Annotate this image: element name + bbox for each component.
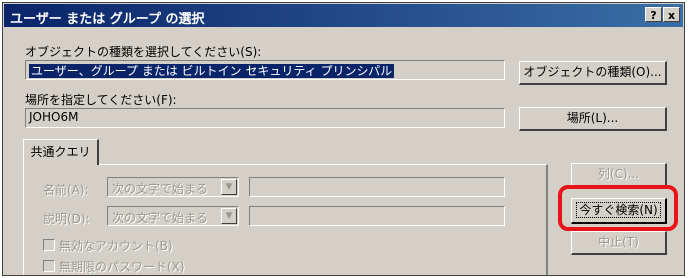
chevron-down-icon: ▼ xyxy=(221,208,237,224)
location-field: JOHO6M xyxy=(25,108,505,128)
window-title: ユーザー または グループ の選択 xyxy=(10,12,205,27)
location-label: 場所を指定してください(F): xyxy=(25,93,177,107)
non-expiring-password-label: 無期限のパスワード(X) xyxy=(59,260,185,274)
object-type-field: ユーザー、グループ または ビルトイン セキュリティ プリンシパル xyxy=(25,60,505,80)
object-type-value: ユーザー、グループ または ビルトイン セキュリティ プリンシパル xyxy=(29,64,395,78)
chevron-down-icon: ▼ xyxy=(221,179,237,195)
locations-button[interactable]: 場所(L)... xyxy=(519,107,667,131)
stop-button[interactable]: 中止(T) xyxy=(571,231,667,255)
name-label: 名前(A): xyxy=(43,183,89,197)
disabled-accounts-checkbox[interactable] xyxy=(43,239,55,251)
object-type-label: オブジェクトの種類を選択してください(S): xyxy=(25,45,262,59)
help-button[interactable]: ? xyxy=(645,7,662,22)
name-match-select[interactable]: 次の文字で始まる ▼ xyxy=(107,177,239,197)
title-bar: ユーザー または グループ の選択 ? x xyxy=(4,4,683,27)
name-input[interactable] xyxy=(249,177,505,197)
disabled-accounts-label: 無効なアカウント(B) xyxy=(59,239,173,253)
description-label: 説明(D): xyxy=(43,212,90,226)
tab-common-queries[interactable]: 共通クエリ xyxy=(23,139,99,165)
columns-button[interactable]: 列(C)... xyxy=(571,163,667,187)
description-match-select[interactable]: 次の文字で始まる ▼ xyxy=(107,206,239,226)
name-match-value: 次の文字で始まる xyxy=(112,182,209,196)
close-button[interactable]: x xyxy=(663,7,680,22)
description-input[interactable] xyxy=(249,206,505,226)
description-match-value: 次の文字で始まる xyxy=(112,211,209,225)
highlight-annotation xyxy=(558,185,678,231)
object-types-button[interactable]: オブジェクトの種類(O)... xyxy=(519,61,667,85)
non-expiring-password-checkbox[interactable] xyxy=(43,260,55,272)
select-users-dialog: ユーザー または グループ の選択 ? x オブジェクトの種類を選択してください… xyxy=(2,2,685,276)
